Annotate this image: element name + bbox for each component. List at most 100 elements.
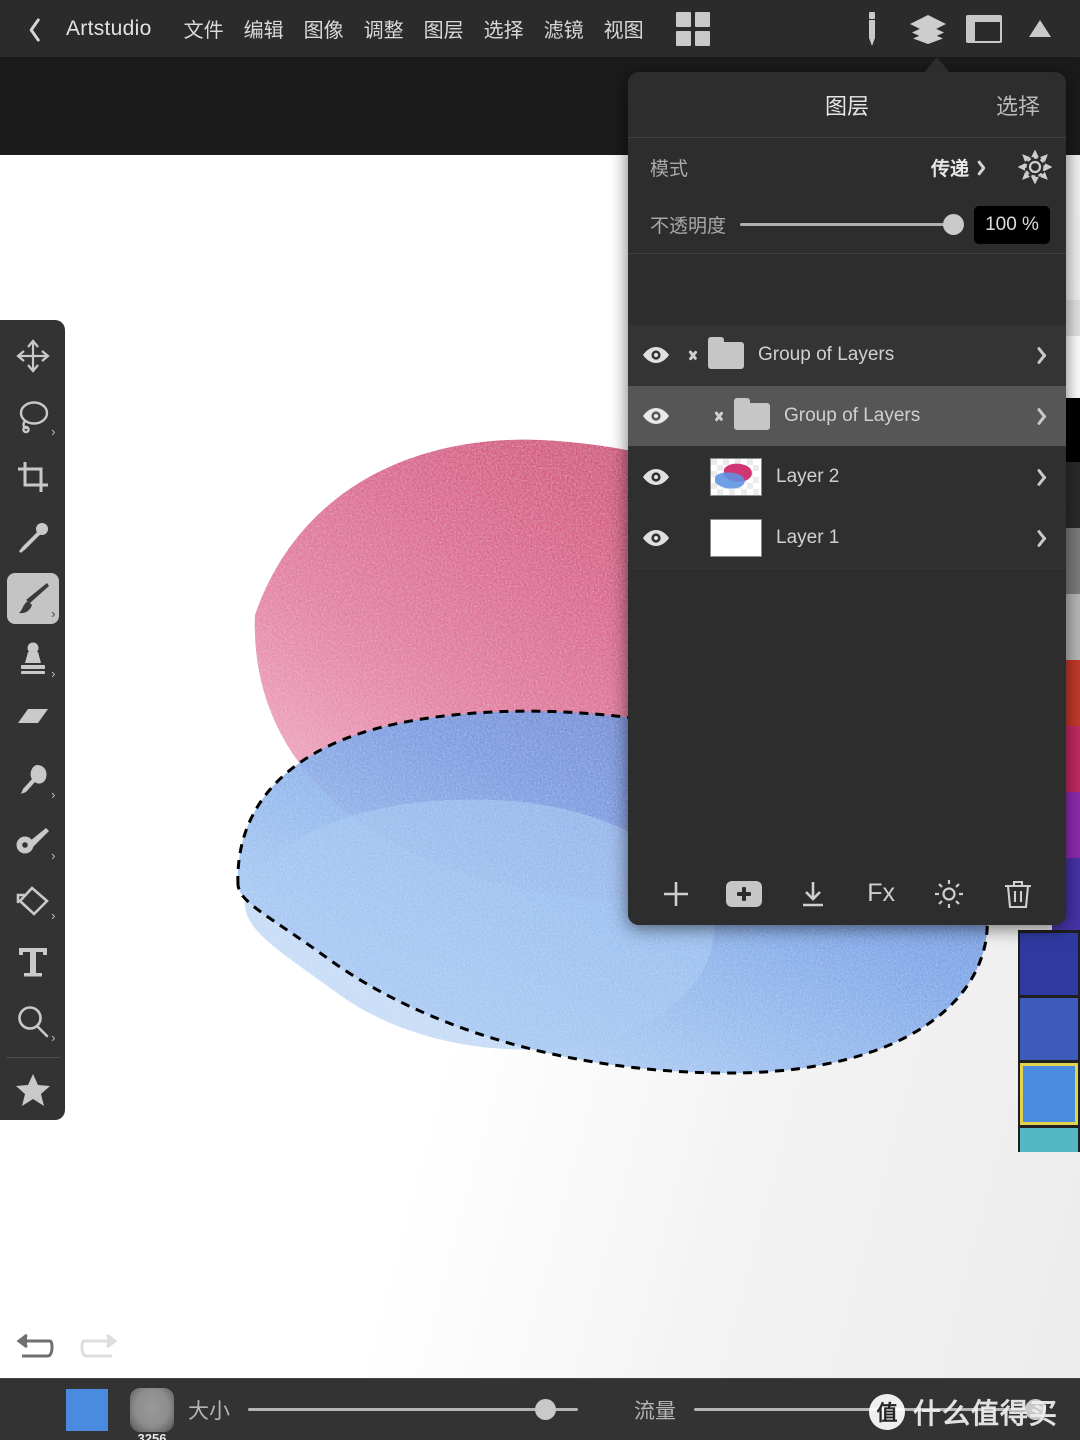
layer-visibility-toggle[interactable] — [628, 345, 684, 365]
zoom-tool[interactable]: › — [7, 997, 59, 1048]
menu-item-select[interactable]: 选择 — [474, 8, 534, 49]
pencil-button[interactable] — [844, 0, 900, 57]
blur-tool[interactable]: › — [7, 815, 59, 866]
top-menu-bar: Artstudio 文件 编辑 图像 调整 图层 选择 滤镜 视图 — [0, 0, 1080, 57]
group-expand-chevron[interactable] — [684, 350, 702, 361]
tool-submenu-indicator[interactable]: › — [51, 425, 55, 438]
eraser-tool[interactable] — [7, 694, 59, 745]
foreground-color-swatch[interactable] — [66, 1388, 108, 1431]
palette-swatch-large-selected[interactable] — [1020, 1063, 1078, 1125]
panel-tab-bar: 图层 选择 — [628, 72, 1066, 138]
brightness-sun-icon — [935, 879, 964, 908]
eraser-icon — [17, 708, 48, 723]
crop-tool[interactable] — [7, 452, 59, 503]
blend-mode-label: 模式 — [650, 158, 689, 180]
chevron-right-icon — [1041, 345, 1052, 365]
menu-item-filter[interactable]: 滤镜 — [534, 8, 594, 49]
layer-row-layer-2[interactable]: Layer 2 — [628, 447, 1066, 508]
lasso-tool[interactable]: › — [7, 392, 59, 443]
brush-tool[interactable]: › — [6, 573, 59, 624]
blend-mode-value-group[interactable]: 传递 — [931, 154, 1004, 181]
app-title: Artstudio — [66, 16, 152, 40]
brush-tip-preview[interactable]: 3256 — [130, 1387, 174, 1440]
clone-stamp-tool[interactable]: › — [7, 634, 59, 685]
back-button[interactable] — [0, 0, 56, 57]
add-group-button[interactable] — [716, 871, 772, 917]
tool-submenu-indicator[interactable]: › — [51, 909, 55, 922]
chevron-right-icon — [1041, 528, 1052, 548]
layer-row-group-2[interactable]: Group of Layers — [628, 386, 1066, 447]
palette-swatch-large[interactable] — [1020, 933, 1078, 995]
layer-thumbnail[interactable] — [710, 519, 762, 557]
tool-submenu-indicator[interactable]: › — [51, 1031, 55, 1044]
size-slider[interactable] — [248, 1399, 578, 1420]
eye-icon — [643, 408, 669, 424]
eyedropper-icon — [18, 522, 48, 553]
menu-item-file[interactable]: 文件 — [174, 8, 234, 49]
tab-select[interactable]: 选择 — [996, 89, 1040, 121]
opacity-slider-knob[interactable] — [943, 214, 964, 235]
adjustments-button[interactable] — [921, 871, 977, 917]
brush-options-bar: 3256 大小 流量 值 什么值得买 — [0, 1378, 1080, 1440]
menu-item-image[interactable]: 图像 — [294, 8, 354, 49]
undo-arrow-icon[interactable] — [14, 1330, 54, 1364]
opacity-value[interactable]: 100 % — [974, 205, 1050, 244]
layer-row-layer-1[interactable]: Layer 1 — [628, 508, 1066, 569]
opacity-label: 不透明度 — [650, 216, 727, 237]
redo-arrow-icon[interactable] — [80, 1330, 120, 1364]
triangle-up-icon — [1029, 20, 1051, 37]
eye-icon — [643, 530, 669, 546]
favorites-tool[interactable] — [7, 1065, 59, 1116]
layer-visibility-toggle[interactable] — [628, 406, 684, 426]
opacity-slider[interactable] — [740, 214, 964, 235]
layer-options-button[interactable] — [1041, 467, 1052, 487]
add-layer-button[interactable] — [648, 871, 704, 917]
tool-submenu-indicator[interactable]: › — [51, 607, 55, 620]
layer-thumbnail[interactable] — [710, 458, 762, 496]
delete-layer-button[interactable] — [990, 871, 1046, 917]
menu-item-edit[interactable]: 编辑 — [234, 8, 294, 49]
tool-divider — [5, 1056, 60, 1058]
palette-swatch-large[interactable] — [1020, 998, 1078, 1060]
menu-item-view[interactable]: 视图 — [594, 8, 654, 49]
layer-settings-button[interactable] — [1004, 150, 1066, 184]
layer-options-button[interactable] — [1041, 528, 1052, 548]
menu-item-layer[interactable]: 图层 — [414, 8, 474, 49]
tool-submenu-indicator[interactable]: › — [51, 667, 55, 680]
merge-down-button[interactable] — [785, 871, 841, 917]
tool-submenu-indicator[interactable]: › — [51, 849, 55, 862]
layer-row-group-1[interactable]: Group of Layers — [628, 325, 1066, 386]
expand-button[interactable] — [1012, 0, 1068, 57]
layer-visibility-toggle[interactable] — [628, 467, 684, 487]
move-arrows-icon — [15, 339, 50, 373]
text-tool[interactable] — [7, 936, 59, 987]
flow-label: 流量 — [634, 1399, 676, 1423]
layer-list[interactable]: Group of Layers Group of Layers Layer 2 … — [628, 325, 1066, 862]
tool-submenu-indicator[interactable]: › — [51, 788, 55, 801]
folder-icon — [734, 397, 770, 430]
topbar-right-group — [844, 0, 1080, 57]
opacity-row[interactable]: 不透明度 100 % — [628, 196, 1066, 254]
watermark-logo: 值 — [868, 1394, 905, 1430]
layer-options-button[interactable] — [1041, 406, 1052, 426]
layers-button[interactable] — [900, 0, 956, 57]
eyedropper-tool[interactable] — [7, 513, 59, 564]
add-group-icon — [726, 880, 763, 907]
folder-icon — [708, 336, 744, 369]
palette-swatch-large[interactable] — [1020, 1128, 1078, 1152]
blend-mode-row[interactable]: 模式 传递 — [628, 138, 1066, 196]
shape-tool[interactable]: › — [7, 876, 59, 927]
grid-icon[interactable] — [675, 11, 710, 46]
move-tool[interactable] — [7, 331, 59, 382]
menu-item-adjust[interactable]: 调整 — [354, 8, 414, 49]
layer-visibility-toggle[interactable] — [628, 528, 684, 548]
panel-toggle-button[interactable] — [956, 0, 1012, 57]
layer-name: Group of Layers — [758, 344, 895, 365]
group-expand-chevron[interactable] — [710, 411, 728, 422]
smudge-tool[interactable]: › — [7, 755, 59, 806]
chevron-left-icon — [21, 16, 36, 42]
blend-mode-value[interactable]: 传递 — [931, 154, 969, 181]
layer-options-button[interactable] — [1041, 345, 1052, 365]
size-slider-knob[interactable] — [535, 1399, 557, 1420]
effects-button[interactable]: Fx — [853, 871, 909, 917]
